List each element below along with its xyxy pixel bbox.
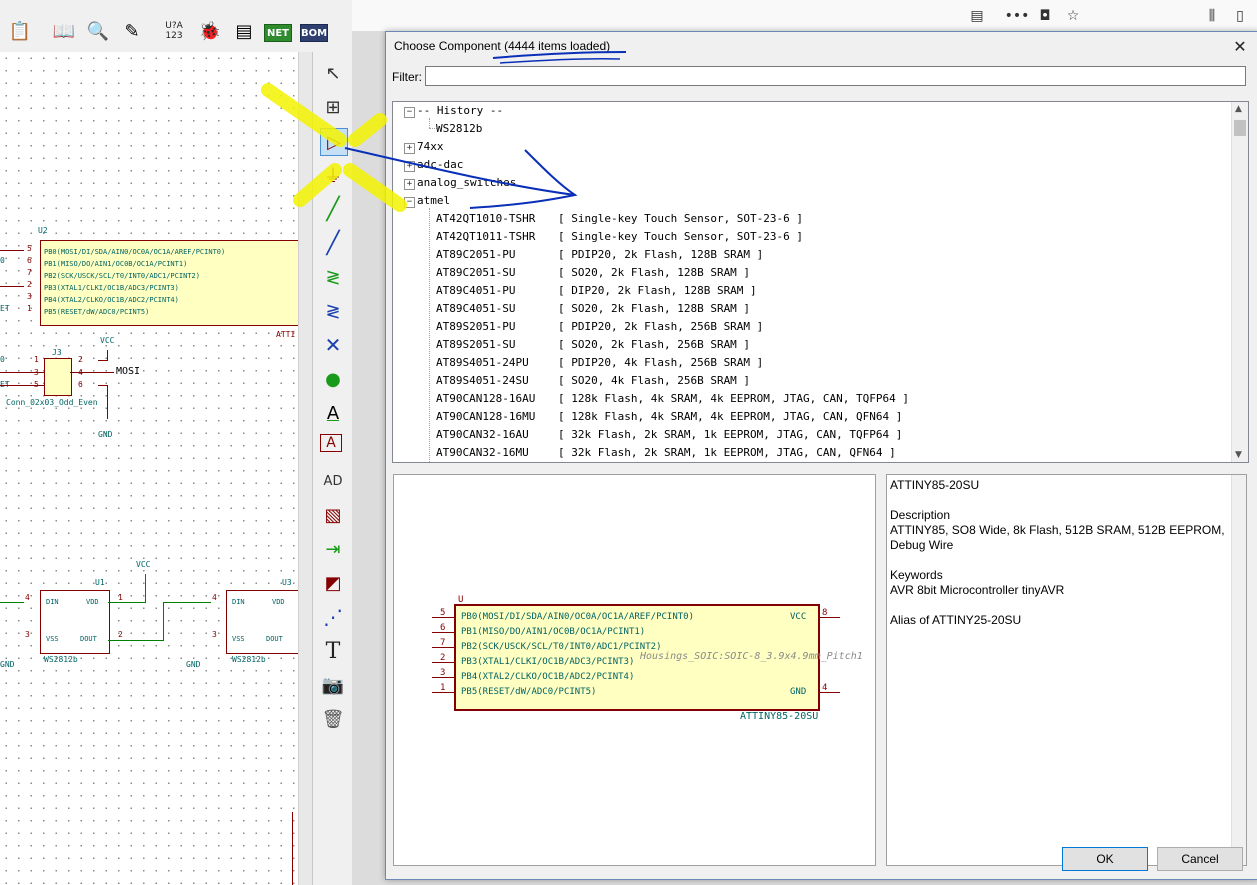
title-underline bbox=[499, 57, 621, 64]
highlight-stroke bbox=[261, 83, 407, 212]
annotation-overlay bbox=[261, 51, 627, 212]
title-underline bbox=[492, 51, 627, 59]
